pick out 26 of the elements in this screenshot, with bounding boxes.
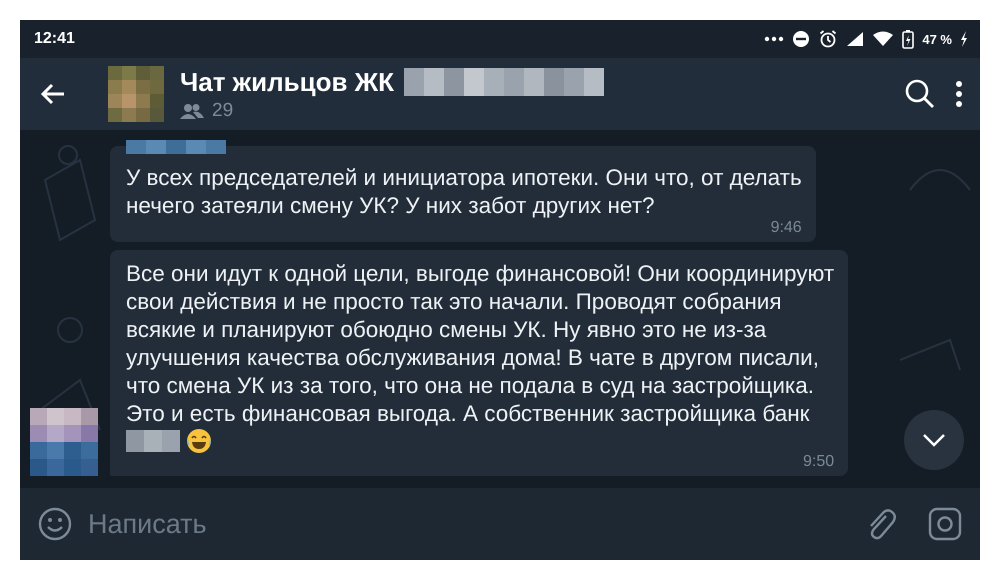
signal-icon [846, 31, 864, 47]
message-time: 9:50 [803, 454, 834, 470]
search-icon[interactable] [904, 78, 936, 110]
more-notifications-icon [764, 36, 784, 42]
message-input-field[interactable]: Написать [88, 508, 850, 540]
clock-time: 12:41 [34, 30, 75, 48]
pixelated-text [126, 430, 180, 452]
emoji-icon[interactable] [38, 507, 72, 541]
message-time: 9:46 [770, 220, 802, 236]
charging-icon [960, 31, 968, 47]
battery-icon [902, 29, 914, 49]
battery-percent: 47 % [922, 32, 952, 46]
pixelated-avatar [108, 66, 164, 122]
camera-icon[interactable] [928, 507, 962, 541]
chevron-down-icon [922, 433, 946, 447]
message-text: Все они идут к одной цели, выгоде финансовой! Они координируют свои действия и не просто так это начали. Проводят собрания всякие и планируют обоюдно смены УК. Ну явно это не из-за улучшения качества обслуживания дома! В чате в другом писали, что смена УК из за того, что она не подала в суд на застройщика. Это и есть финансовая выгода. А собственник застройщика банк [126, 260, 834, 428]
chat-title: Чат жильцов ЖК [180, 66, 394, 98]
do-not-disturb-icon [792, 30, 810, 48]
laughing-face-icon [186, 428, 212, 454]
wifi-icon [872, 31, 894, 47]
message-text: У всех председателей и инициатора ипотеки. Они что, от делать нечего затеяли смену УК? У них забот других нет? [126, 164, 802, 220]
members-icon [180, 102, 204, 118]
member-count: 29 [212, 100, 234, 122]
message-composer-bar[interactable]: Написать [20, 488, 980, 560]
alarm-icon [818, 29, 838, 49]
pixelated-avatar [30, 408, 98, 476]
